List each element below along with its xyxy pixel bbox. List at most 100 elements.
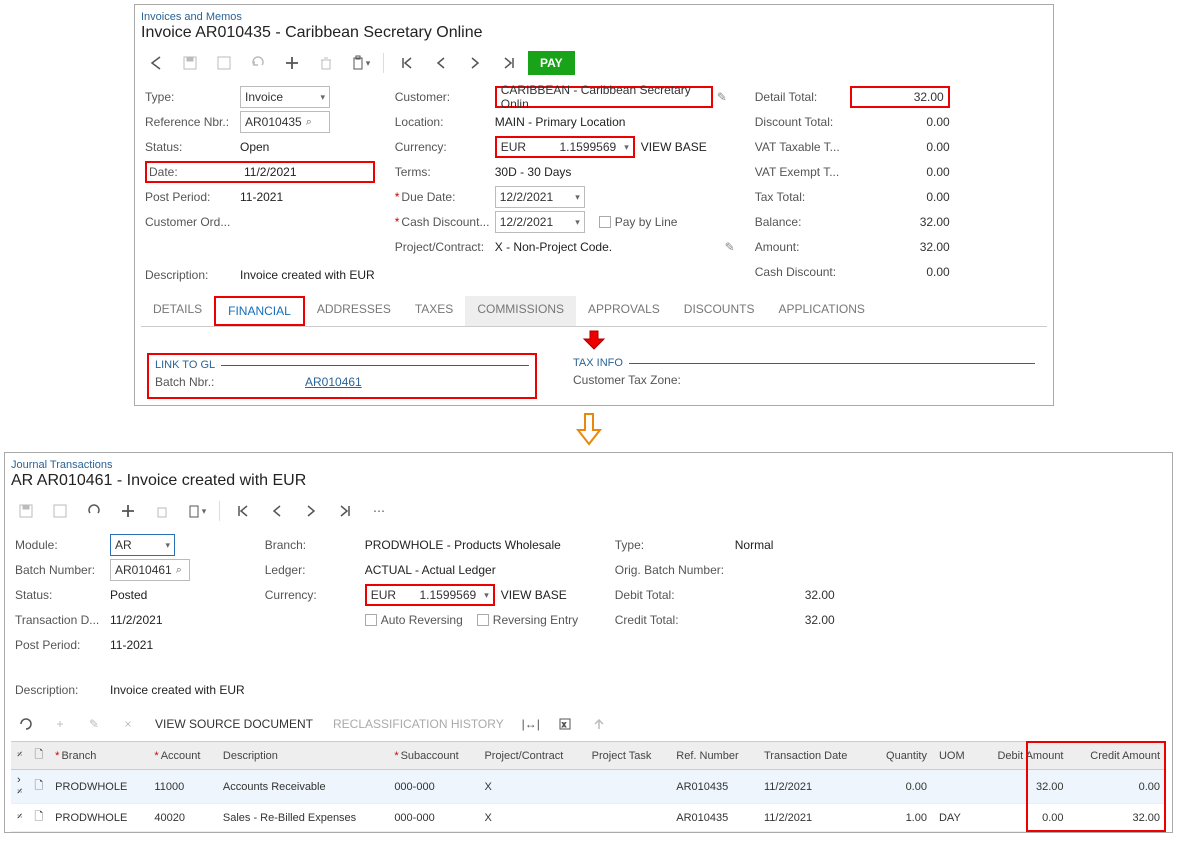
branch-value: PRODWHOLE - Products Wholesale (365, 538, 561, 552)
invoice-toolbar: ▾ PAY (141, 48, 1047, 82)
saveclose-icon[interactable] (209, 50, 239, 76)
vattax-label: VAT Taxable T... (755, 140, 850, 154)
journal-form: Module: AR▾ Batch Number: AR010461⌕ Stat… (11, 530, 1166, 707)
module-select[interactable]: AR▾ (110, 534, 175, 556)
debittotal-label: Debit Total: (615, 588, 735, 602)
jpostperiod-label: Post Period: (15, 638, 110, 652)
undo-icon[interactable] (79, 498, 109, 524)
edit-row-icon[interactable]: ✎ (79, 711, 109, 737)
nav-prev-icon[interactable] (262, 498, 292, 524)
saveclose-icon[interactable] (45, 498, 75, 524)
duedate-label: *Due Date: (395, 190, 495, 204)
batchnum-label: Batch Number: (15, 563, 110, 577)
tab-discounts[interactable]: DISCOUNTS (672, 296, 767, 326)
location-label: Location: (395, 115, 495, 129)
jtype-value: Normal (735, 538, 774, 552)
tab-approvals[interactable]: APPROVALS (576, 296, 672, 326)
journal-panel: Journal Transactions AR AR010461 - Invoi… (4, 452, 1173, 833)
batchnum-input[interactable]: AR010461⌕ (110, 559, 190, 581)
link-to-gl-section: LINK TO GL Batch Nbr.: AR010461 (147, 353, 537, 399)
ledger-label: Ledger: (265, 563, 365, 577)
pencil-icon[interactable]: ✎ (717, 90, 727, 104)
currency-input[interactable]: EUR1.1599569▾ (495, 136, 635, 158)
origbatch-label: Orig. Batch Number: (615, 563, 735, 577)
type-select[interactable]: Invoice▾ (240, 86, 330, 108)
add-icon[interactable] (113, 498, 143, 524)
refnbr-input[interactable]: AR010435⌕ (240, 111, 330, 133)
nav-prev-icon[interactable] (426, 50, 456, 76)
nav-last-icon[interactable] (330, 498, 360, 524)
back-icon[interactable] (141, 50, 171, 76)
jcurrency-input[interactable]: EUR1.1599569▾ (365, 584, 495, 606)
batchnbr-label: Batch Nbr.: (155, 375, 305, 389)
tab-financial[interactable]: FINANCIAL (214, 296, 305, 326)
customer-input[interactable]: CARIBBEAN - Caribbean Secretary Onlin (495, 86, 713, 108)
jdesc-value: Invoice created with EUR (110, 683, 245, 697)
tab-applications[interactable]: APPLICATIONS (766, 296, 876, 326)
status-label: Status: (145, 140, 240, 154)
invoice-panel: Invoices and Memos Invoice AR010435 - Ca… (134, 4, 1054, 406)
journal-grid: 𝄎 🗋 *Branch *Account Description *Subacc… (11, 741, 1166, 832)
cashdisc-label: *Cash Discount... (395, 215, 495, 229)
jpostperiod-value: 11-2021 (110, 638, 153, 652)
postperiod-label: Post Period: (145, 190, 240, 204)
table-row[interactable]: › 𝄎🗋 PRODWHOLE11000Accounts Receivable 0… (11, 770, 1166, 804)
cashdiscount-label: Cash Discount: (755, 265, 850, 279)
pencil-icon[interactable]: ✎ (725, 240, 735, 254)
delete-icon[interactable] (311, 50, 341, 76)
save-icon[interactable] (11, 498, 41, 524)
upload-icon[interactable] (584, 711, 614, 737)
pay-button[interactable]: PAY (528, 51, 575, 75)
paybyline-checkbox[interactable] (599, 216, 611, 228)
tab-addresses[interactable]: ADDRESSES (305, 296, 403, 326)
terms-label: Terms: (395, 165, 495, 179)
nav-next-icon[interactable] (296, 498, 326, 524)
cashdisc-input[interactable]: 12/2/2021▾ (495, 211, 585, 233)
more-icon[interactable]: ⋯ (364, 498, 394, 524)
svg-text:x: x (562, 720, 566, 729)
chevron-down-icon: ▾ (320, 92, 325, 103)
undo-icon[interactable] (243, 50, 273, 76)
tab-details[interactable]: DETAILS (141, 296, 214, 326)
search-icon[interactable]: ⌕ (306, 116, 312, 129)
clipboard-icon[interactable]: ▾ (345, 50, 375, 76)
taxinfo-header: TAX INFO (573, 357, 623, 369)
add-icon[interactable] (277, 50, 307, 76)
nav-next-icon[interactable] (460, 50, 490, 76)
viewbase-button[interactable]: VIEW BASE (641, 140, 707, 154)
autorev-label: Auto Reversing (381, 613, 463, 627)
nav-first-icon[interactable] (228, 498, 258, 524)
fit-icon[interactable]: |↔| (516, 711, 546, 737)
nav-last-icon[interactable] (494, 50, 524, 76)
paybyline-label: Pay by Line (615, 215, 678, 229)
clipboard-icon[interactable]: ▾ (181, 498, 211, 524)
amount-label: Amount: (755, 240, 850, 254)
duedate-input[interactable]: 12/2/2021▾ (495, 186, 585, 208)
vatexempt-value: 0.00 (850, 165, 950, 179)
reclass-button[interactable]: RECLASSIFICATION HISTORY (325, 717, 512, 731)
delete-icon[interactable] (147, 498, 177, 524)
arrow-down-orange-icon (574, 412, 604, 446)
search-icon[interactable]: ⌕ (176, 564, 182, 577)
tab-taxes[interactable]: TAXES (403, 296, 465, 326)
jstatus-value: Posted (110, 588, 147, 602)
delete-row-icon[interactable]: × (113, 711, 143, 737)
autorev-checkbox[interactable] (365, 614, 377, 626)
refresh-icon[interactable] (11, 711, 41, 737)
breadcrumb-invoices[interactable]: Invoices and Memos (141, 11, 1047, 23)
viewsource-button[interactable]: VIEW SOURCE DOCUMENT (147, 717, 321, 731)
batchnbr-link[interactable]: AR010461 (305, 375, 362, 389)
nav-first-icon[interactable] (392, 50, 422, 76)
table-row[interactable]: 𝄎🗋 PRODWHOLE40020Sales - Re-Billed Expen… (11, 804, 1166, 832)
jcurrency-label: Currency: (265, 588, 365, 602)
export-icon[interactable]: x (550, 711, 580, 737)
reventry-checkbox[interactable] (477, 614, 489, 626)
add-row-icon[interactable]: + (45, 711, 75, 737)
breadcrumb-journal[interactable]: Journal Transactions (11, 459, 1166, 471)
transdate-value: 11/2/2021 (110, 613, 163, 627)
vattax-value: 0.00 (850, 140, 950, 154)
tab-commissions[interactable]: COMMISSIONS (465, 296, 576, 326)
custtaxzone-label: Customer Tax Zone: (573, 373, 681, 387)
jviewbase-button[interactable]: VIEW BASE (501, 588, 567, 602)
save-icon[interactable] (175, 50, 205, 76)
